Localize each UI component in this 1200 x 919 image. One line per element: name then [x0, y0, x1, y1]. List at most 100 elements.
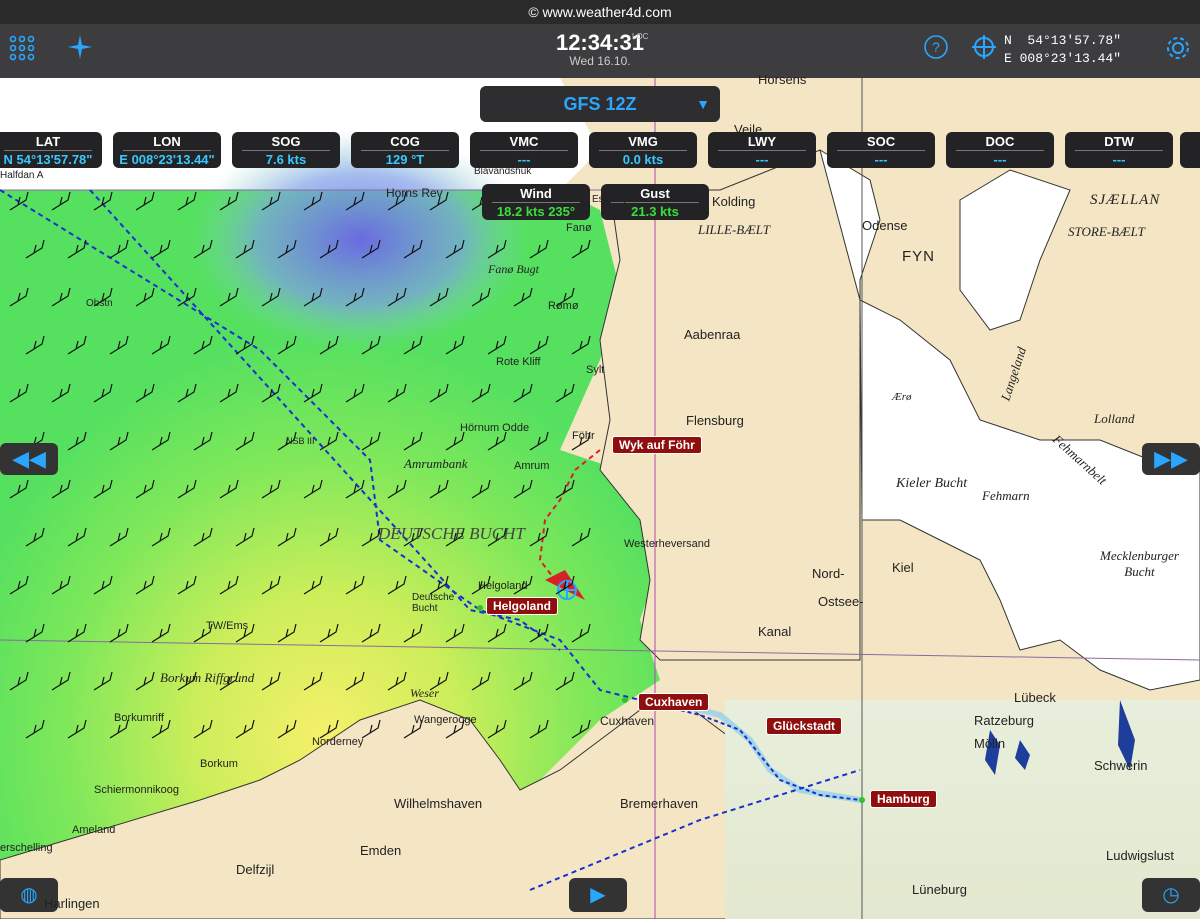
play-button[interactable]: ▶ [569, 878, 627, 912]
compass-star-icon[interactable] [64, 34, 96, 66]
place-obstn: Obstn [86, 298, 113, 309]
place-nord-ostsee-2: Ostsee- [818, 594, 864, 609]
fast-forward-button[interactable]: ▶▶ [1142, 443, 1200, 475]
instrument-soc[interactable]: SOC --- [827, 132, 935, 168]
place-helgoland-town: Helgoland [478, 580, 528, 592]
place-hoernum-odde: Hörnum Odde [460, 422, 530, 434]
place-aero: Ærø [892, 391, 912, 403]
wind-label: Wind [492, 186, 580, 203]
place-rote-kliff: Rote Kliff [496, 356, 541, 368]
place-sjaelland: SJÆLLAN [1090, 192, 1161, 208]
instrument-label: LON [123, 134, 211, 151]
waypoint-glueckstadt[interactable]: Glückstadt [766, 717, 843, 735]
instrument-value: 7.6 kts [265, 152, 307, 167]
place-kieler-bucht: Kieler Bucht [896, 476, 968, 491]
instrument-label: COG [361, 134, 449, 151]
instrument-lwy[interactable]: LWY --- [708, 132, 816, 168]
instrument-value: --- [874, 152, 888, 167]
waypoint-helgoland[interactable]: Helgoland [486, 597, 559, 615]
instrument-label: SOG [242, 134, 330, 151]
place-harlingen: Harlingen [44, 896, 100, 911]
instrument-value: 0.0 kts [622, 152, 664, 167]
instrument-label: DOC [956, 134, 1044, 151]
place-cuxhaven: Cuxhaven [600, 714, 655, 728]
instrument-label: DTW [1075, 134, 1163, 151]
clock-date: Wed 16.10. [569, 54, 631, 68]
instrument-sog[interactable]: SOG 7.6 kts [232, 132, 340, 168]
instrument-vmg[interactable]: VMG 0.0 kts [589, 132, 697, 168]
status-bar: © www.weather4d.com [0, 0, 1200, 24]
gear-icon[interactable] [1162, 34, 1194, 66]
place-fano-bugt: Fanø Bugt [488, 262, 539, 276]
waypoint-dot-cuxhaven [622, 697, 628, 703]
instrument-vmc[interactable]: VMC --- [470, 132, 578, 168]
place-terschelling: erschelling [0, 842, 53, 854]
place-tw-ems: TW/Ems [206, 620, 249, 632]
place-mecklenburger-bucht: Mecklenburger Bucht [1100, 548, 1179, 579]
waypoint-hamburg[interactable]: Hamburg [870, 790, 937, 808]
fast-forward-icon: ▶▶ [1154, 446, 1188, 471]
place-odense: Odense [862, 218, 908, 233]
rewind-button[interactable]: ◀◀ [0, 443, 58, 475]
coord-e: E 008°23'13.44" [1004, 51, 1122, 66]
place-kanal: Kanal [758, 624, 792, 639]
place-halfdan: Halfdan A [0, 170, 44, 181]
dropdown-caret-icon: ▼ [696, 96, 710, 112]
wind-value: 18.2 kts 235° [496, 204, 576, 219]
instrument-value: E 008°23'13.44" [119, 152, 215, 167]
svg-text:?: ? [932, 39, 940, 55]
waypoint-wyk-auf-foehr[interactable]: Wyk auf Föhr [612, 436, 702, 454]
waypoint-cuxhaven[interactable]: Cuxhaven [638, 693, 710, 711]
place-deutsche-bucht: DEUTSCHE BUCHT [378, 524, 525, 543]
instrument-lat[interactable]: LAT N 54°13'57.78" [0, 132, 102, 168]
place-lueneburg: Lüneburg [912, 882, 967, 897]
clock: 12:34:31 LOC Wed 16.10. [540, 30, 660, 68]
place-weser: Weser [410, 686, 439, 700]
place-aabenraa: Aabenraa [684, 327, 741, 342]
instrument-value: 129 °T [385, 152, 425, 167]
instrument-value: N 54°13'57.78" [3, 152, 93, 167]
place-nsb: NSB III [286, 436, 315, 446]
crosshair-icon[interactable] [968, 34, 1000, 66]
coord-n: N 54°13'57.78" [1004, 33, 1122, 48]
grid-menu-icon[interactable] [6, 34, 38, 66]
instrument-lon[interactable]: LON E 008°23'13.44" [113, 132, 221, 168]
site-url: © www.weather4d.com [528, 4, 672, 20]
place-lille-baelt: LILLE-BÆLT [698, 222, 770, 237]
place-schwerin: Schwerin [1094, 758, 1148, 773]
instrument-value: --- [517, 152, 531, 167]
place-westerheversand: Westerheversand [624, 538, 711, 550]
place-wilhelmshaven: Wilhelmshaven [394, 796, 483, 811]
place-blavandshuk: Blåvandshuk [474, 166, 532, 177]
place-horsens: Horsens [758, 72, 807, 87]
weather-model-select[interactable]: GFS 12Z ▼ [480, 86, 720, 122]
place-bremerhaven: Bremerhaven [620, 796, 699, 811]
place-foehr: Föhr [572, 430, 595, 442]
place-amrumbank: Amrumbank [404, 456, 468, 471]
instrument-doc[interactable]: DOC --- [946, 132, 1054, 168]
play-icon: ▶ [590, 884, 606, 906]
wind-box: Wind 18.2 kts 235° [482, 184, 590, 220]
place-vejle: Vejle [734, 122, 763, 137]
instrument-value: --- [1112, 152, 1126, 167]
rewind-icon: ◀◀ [12, 446, 46, 471]
help-icon[interactable]: ? [920, 34, 952, 66]
globe-icon: ◍ [20, 884, 38, 906]
instrument-label: SOC [837, 134, 925, 151]
place-wangerooge: Wangeroogе [414, 714, 477, 726]
place-emden: Emden [360, 843, 402, 858]
instrument-cog[interactable]: COG 129 °T [351, 132, 459, 168]
position-readout: N 54°13'57.78" E 008°23'13.44" [1004, 32, 1121, 68]
place-borkumriff: Borkumriff [114, 712, 164, 724]
clock-button[interactable]: ◷ [1142, 878, 1200, 912]
place-store-baelt: STORE-BÆLT [1068, 224, 1145, 239]
place-flensburg: Flensburg [686, 413, 744, 428]
waypoint-dot-hamburg [859, 797, 865, 803]
place-luebeck: Lübeck [1014, 690, 1056, 705]
waypoint-dot-helgoland [477, 605, 483, 611]
instrument-dtw[interactable]: DTW --- [1065, 132, 1173, 168]
clock-icon: ◷ [1162, 884, 1180, 906]
place-amrum: Amrum [514, 460, 550, 472]
place-kiel: Kiel [892, 560, 914, 575]
place-borkum-riffgrund: Borkum Riffgrund [160, 670, 255, 685]
